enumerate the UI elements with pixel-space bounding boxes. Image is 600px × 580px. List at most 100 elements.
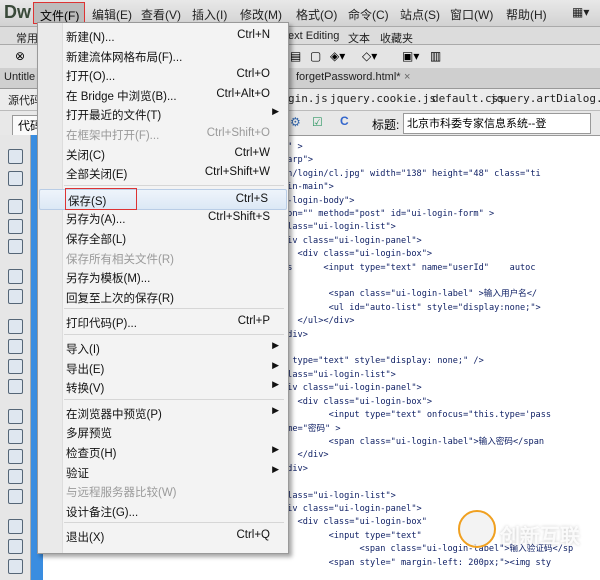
file-menu-item[interactable]: 退出(X) Ctrl+Q [38, 526, 288, 545]
menu-item-label: 导出(E) [66, 363, 105, 376]
menu-item-shortcut: Ctrl+P [237, 315, 270, 328]
select-parent-tag-icon[interactable] [8, 269, 23, 284]
doc-tab-untitled[interactable]: Untitle [4, 71, 35, 83]
tag-icon[interactable]: ◇▾ [362, 49, 377, 63]
menu-item-label: 回复至上次的保存(R) [66, 292, 174, 305]
file-menu-item[interactable]: 打开(O)... Ctrl+O [38, 65, 288, 84]
recent-snippets-icon[interactable] [8, 469, 23, 484]
comment-icon[interactable]: ▢ [310, 49, 321, 63]
menu-item-shortcut: Ctrl+Shift+O [206, 127, 270, 139]
file-menu-item[interactable]: 保存(S) Ctrl+S [39, 187, 287, 210]
menu-file[interactable]: 文件(F) [33, 2, 85, 24]
hyperlink-icon[interactable]: ⊗ [15, 49, 25, 63]
menu-item-shortcut: Ctrl+Shift+W [204, 166, 270, 179]
file-menu-item[interactable]: 设计备注(G)... [38, 501, 288, 520]
menu-item-label: 与远程服务器比较(W) [66, 487, 177, 500]
file-menu-item[interactable]: 检查页(H) ▶ [38, 442, 288, 461]
highlight-invalid-icon[interactable] [8, 339, 23, 354]
file-menu-item[interactable]: 新建(N)... Ctrl+N [38, 26, 288, 45]
menu-item-label: 在 Bridge 中浏览(B)... [66, 90, 177, 103]
template-icon[interactable]: ▤ [290, 49, 301, 63]
menu-modify[interactable]: 修改(M) [240, 6, 282, 23]
related-file[interactable]: gin.js [288, 92, 328, 105]
expand-all-icon[interactable] [8, 239, 23, 254]
file-menu-item[interactable]: 打印代码(P)... Ctrl+P [38, 312, 288, 331]
menu-item-shortcut: Ctrl+Shift+S [208, 211, 270, 224]
menu-item-label: 另存为模板(M)... [66, 273, 151, 286]
file-menu-item[interactable]: 保存全部(L) [38, 228, 288, 247]
coding-toolbar [0, 135, 31, 580]
menu-item-shortcut: Ctrl+O [236, 68, 270, 81]
file-menu-item[interactable]: 关闭(C) Ctrl+W [38, 144, 288, 163]
line-numbers-icon[interactable] [8, 319, 23, 334]
widget-icon[interactable]: ◈▾ [330, 49, 345, 63]
file-menu-item[interactable]: 打开最近的文件(T) ▶ [38, 104, 288, 123]
file-menu-item[interactable]: 全部关闭(E) Ctrl+Shift+W [38, 163, 288, 182]
related-file[interactable]: jquery.artDialog.j [490, 92, 600, 105]
menu-help[interactable]: 帮助(H) [506, 6, 547, 23]
move-css-icon[interactable] [8, 489, 23, 504]
refresh-icon[interactable]: C [340, 114, 349, 128]
wrap-tag-icon[interactable] [8, 449, 23, 464]
close-tab-icon[interactable]: × [404, 71, 410, 83]
script-icon[interactable]: ▣▾ [402, 49, 419, 63]
collapse-tag-icon[interactable] [8, 199, 23, 214]
file-menu-item: 与远程服务器比较(W) [38, 481, 288, 500]
menu-item-label: 新建(N)... [66, 32, 115, 44]
submenu-arrow-icon: ▶ [272, 359, 279, 370]
dreamweaver-logo: Dw [4, 2, 31, 22]
submenu-arrow-icon: ▶ [272, 404, 279, 415]
file-menu-item[interactable]: 导入(I) ▶ [38, 338, 288, 357]
tab-text-editing[interactable]: ext Editing [288, 30, 339, 42]
menu-format[interactable]: 格式(O) [296, 6, 337, 23]
menu-edit[interactable]: 编辑(E) [92, 6, 132, 23]
menu-window[interactable]: 窗口(W) [450, 6, 493, 23]
file-menu-item[interactable]: 在 Bridge 中浏览(B)... Ctrl+Alt+O [38, 85, 288, 104]
tab-favorites[interactable]: 收藏夹 [380, 30, 413, 46]
file-menu-item[interactable]: 在浏览器中预览(P) ▶ [38, 403, 288, 422]
open-documents-icon[interactable] [8, 149, 23, 164]
tab-text[interactable]: 文本 [348, 30, 370, 46]
outdent-icon[interactable] [8, 539, 23, 554]
doc-tab-forgetpassword[interactable]: forgetPassword.html* [296, 71, 401, 83]
word-wrap-icon[interactable] [8, 359, 23, 374]
collapse-selection-icon[interactable] [8, 219, 23, 234]
title-input[interactable]: 北京市科委专家信息系统--登 [403, 113, 591, 134]
menu-view[interactable]: 查看(V) [141, 6, 181, 23]
file-menu-item[interactable]: 另存为模板(M)... [38, 267, 288, 286]
menu-item-label: 转换(V) [66, 383, 105, 396]
file-menu-item[interactable]: 回复至上次的保存(R) [38, 287, 288, 306]
menu-item-label: 打印代码(P)... [66, 318, 137, 331]
highlight-annotation-box [65, 187, 137, 210]
related-file[interactable]: jquery.cookie.js [330, 92, 436, 105]
file-menu-item[interactable]: 导出(E) ▶ [38, 358, 288, 377]
file-menu-item[interactable]: 新建流体网格布局(F)... [38, 46, 288, 65]
submenu-arrow-icon: ▶ [272, 379, 279, 390]
live-code-icon[interactable]: ⚙ [290, 115, 301, 129]
layout-switcher-icon[interactable]: ▦▾ [572, 5, 589, 19]
settings-icon[interactable] [8, 171, 23, 186]
watermark-logo-icon [458, 510, 496, 548]
menu-insert[interactable]: 插入(I) [192, 6, 227, 23]
menu-site[interactable]: 站点(S) [400, 6, 440, 23]
code-snippet-icon[interactable]: ▥ [430, 49, 441, 63]
check-icon[interactable]: ☑ [312, 115, 323, 129]
menu-item-shortcut: Ctrl+N [237, 29, 270, 41]
balance-braces-icon[interactable] [8, 289, 23, 304]
syntax-coloring-icon[interactable] [8, 379, 23, 394]
menu-separator [64, 522, 284, 524]
indent-icon[interactable] [8, 519, 23, 534]
file-menu-item[interactable]: 验证 ▶ [38, 462, 288, 481]
file-menu-item[interactable]: 多屏预览 [38, 422, 288, 441]
menu-item-label: 打开(O)... [66, 71, 116, 84]
file-menu-item[interactable]: 转换(V) ▶ [38, 377, 288, 396]
menu-item-label: 设计备注(G)... [66, 506, 139, 519]
menu-commands[interactable]: 命令(C) [348, 6, 389, 23]
submenu-arrow-icon: ▶ [272, 340, 279, 350]
format-source-icon[interactable] [8, 559, 23, 574]
apply-comment-icon[interactable] [8, 409, 23, 424]
menu-item-shortcut: Ctrl+Alt+O [216, 87, 270, 100]
remove-comment-icon[interactable] [8, 429, 23, 444]
file-menu-item[interactable]: 另存为(A)... Ctrl+Shift+S [38, 208, 288, 227]
tab-common[interactable]: 常用 [16, 30, 38, 46]
